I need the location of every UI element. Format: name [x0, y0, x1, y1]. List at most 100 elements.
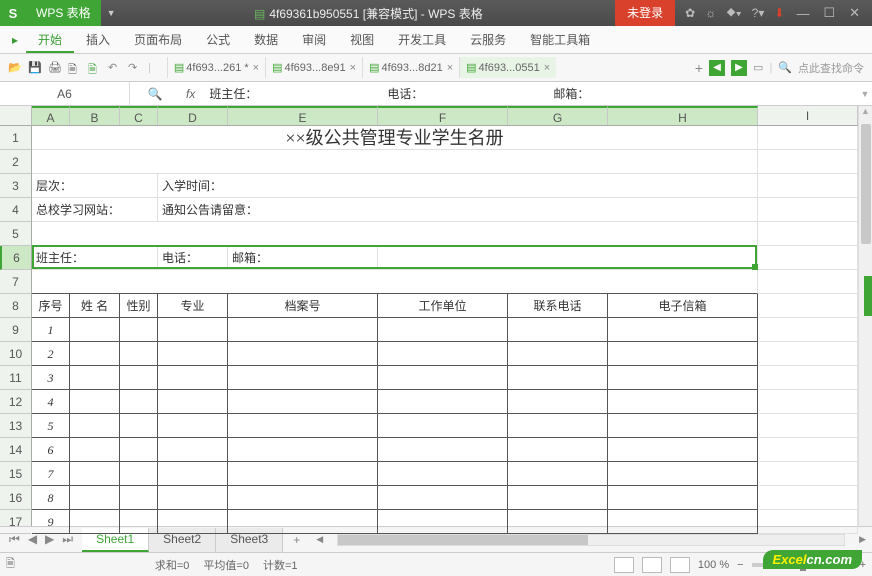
doc-tab-close-icon[interactable]: × [544, 62, 550, 74]
cell[interactable] [608, 438, 758, 462]
menu-tab-3[interactable]: 公式 [194, 29, 242, 51]
cancel-icon[interactable]: 🔍 [148, 87, 163, 101]
cell[interactable] [378, 510, 508, 534]
cell[interactable] [70, 510, 120, 534]
cell[interactable] [378, 342, 508, 366]
tab-list-button[interactable]: ▭ [753, 61, 763, 74]
row-header-6[interactable]: 6 [0, 246, 31, 270]
cell[interactable] [378, 486, 508, 510]
cell[interactable]: 电话： [158, 246, 228, 270]
hscroll-thumb[interactable] [338, 535, 588, 545]
cell[interactable] [508, 414, 608, 438]
col-header-H[interactable]: H [608, 106, 758, 125]
share-icon[interactable]: ⯁▾ [726, 6, 741, 21]
row-header-4[interactable]: 4 [0, 198, 31, 222]
cell[interactable] [608, 414, 758, 438]
doc-tab-2[interactable]: ▤4f693...8d21× [362, 57, 459, 78]
print-preview-icon[interactable]: 🗎 [68, 61, 82, 75]
cell[interactable] [158, 486, 228, 510]
cell[interactable] [608, 510, 758, 534]
cell[interactable] [158, 390, 228, 414]
formula-expand-icon[interactable]: ▼ [858, 89, 872, 99]
cell[interactable]: 9 [32, 510, 70, 534]
column-headers[interactable]: ABCDEFGHI [32, 106, 858, 126]
cell[interactable] [228, 510, 378, 534]
cell[interactable]: 入学时间： [158, 174, 758, 198]
cell[interactable] [158, 342, 228, 366]
menu-tab-1[interactable]: 插入 [74, 29, 122, 51]
cell[interactable] [508, 390, 608, 414]
row-header-14[interactable]: 14 [0, 438, 31, 462]
row-header-17[interactable]: 17 [0, 510, 31, 534]
select-all-corner[interactable] [0, 106, 32, 126]
cell[interactable]: 邮箱： [228, 246, 378, 270]
cell[interactable] [70, 366, 120, 390]
name-box[interactable]: A6 [0, 82, 130, 106]
cell[interactable]: 6 [32, 438, 70, 462]
cell[interactable] [228, 414, 378, 438]
cell[interactable] [120, 438, 158, 462]
cell[interactable] [158, 510, 228, 534]
cell[interactable] [120, 342, 158, 366]
cell[interactable] [120, 510, 158, 534]
cell[interactable] [228, 366, 378, 390]
doc-tab-3[interactable]: ▤4f693...0551× [459, 57, 556, 78]
cell[interactable] [758, 462, 858, 486]
cell[interactable] [158, 414, 228, 438]
cell[interactable] [32, 270, 758, 294]
search-icon[interactable]: 🔍 [778, 61, 792, 74]
cell[interactable] [158, 318, 228, 342]
menu-tab-2[interactable]: 页面布局 [122, 29, 194, 51]
cell[interactable]: 姓 名 [70, 294, 120, 318]
tab-prev-button[interactable]: ◀ [709, 60, 725, 76]
cell[interactable] [758, 126, 858, 150]
cell[interactable] [508, 438, 608, 462]
cell[interactable] [758, 366, 858, 390]
cell[interactable] [120, 486, 158, 510]
cell[interactable]: 总校学习网站： [32, 198, 158, 222]
cell[interactable] [228, 462, 378, 486]
cell[interactable] [378, 366, 508, 390]
col-header-B[interactable]: B [70, 106, 120, 125]
wps-menu-icon[interactable]: ▸ [6, 33, 24, 47]
cell[interactable]: 7 [32, 462, 70, 486]
cell[interactable] [70, 342, 120, 366]
horizontal-scrollbar[interactable] [337, 534, 845, 546]
menu-tab-6[interactable]: 视图 [338, 29, 386, 51]
print-icon[interactable]: 🖨 [48, 61, 62, 75]
cell[interactable] [758, 318, 858, 342]
row-header-9[interactable]: 9 [0, 318, 31, 342]
cell[interactable] [228, 390, 378, 414]
menu-tab-5[interactable]: 审阅 [290, 29, 338, 51]
cell[interactable] [608, 366, 758, 390]
cell[interactable] [32, 222, 758, 246]
sync-icon[interactable]: ☼ [705, 6, 716, 20]
cell[interactable]: 电子信箱 [608, 294, 758, 318]
cell[interactable] [758, 486, 858, 510]
cell[interactable] [378, 414, 508, 438]
app-dropdown-icon[interactable]: ▼ [101, 8, 122, 18]
side-panel-tab[interactable] [864, 276, 872, 316]
row-header-2[interactable]: 2 [0, 150, 31, 174]
doc-tab-0[interactable]: ▤4f693...261 *× [167, 57, 265, 78]
cell[interactable] [508, 318, 608, 342]
cell[interactable] [158, 366, 228, 390]
maximize-button[interactable]: ☐ [821, 5, 837, 21]
row-header-10[interactable]: 10 [0, 342, 31, 366]
cell[interactable] [158, 462, 228, 486]
row-header-16[interactable]: 16 [0, 486, 31, 510]
cell[interactable] [508, 510, 608, 534]
cell[interactable] [608, 318, 758, 342]
skin-icon[interactable]: ✿ [685, 6, 695, 20]
col-header-D[interactable]: D [158, 106, 228, 125]
cell[interactable] [120, 414, 158, 438]
col-header-I[interactable]: I [758, 106, 858, 125]
cell[interactable] [758, 438, 858, 462]
cell[interactable] [378, 462, 508, 486]
new-tab-button[interactable]: + [695, 60, 703, 76]
view-page-icon[interactable] [670, 557, 690, 573]
cell[interactable]: 联系电话 [508, 294, 608, 318]
cell[interactable]: 8 [32, 486, 70, 510]
cell[interactable]: 班主任： [32, 246, 158, 270]
cell[interactable] [70, 462, 120, 486]
